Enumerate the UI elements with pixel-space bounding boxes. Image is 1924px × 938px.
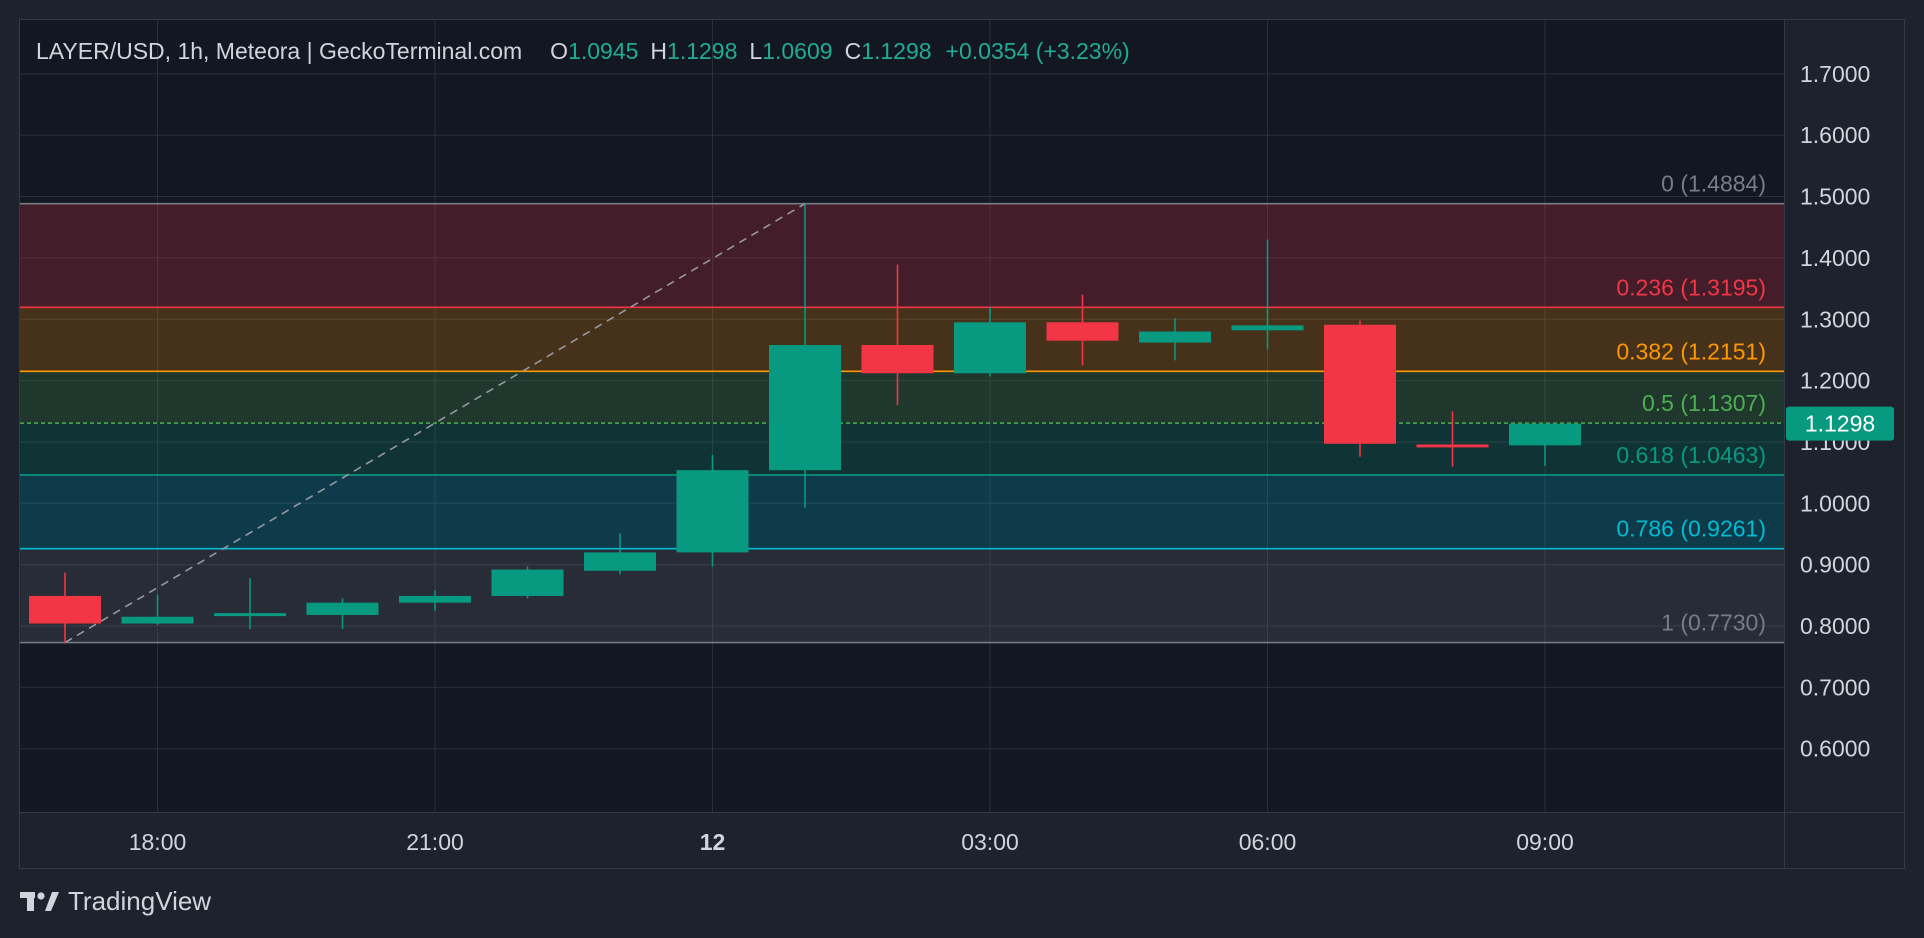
fib-zone xyxy=(20,203,1784,308)
candle-body-up[interactable] xyxy=(584,552,656,571)
candle-body-down[interactable] xyxy=(29,595,101,624)
price-tick-label: 0.9000 xyxy=(1800,552,1870,578)
symbol-title[interactable]: LAYER/USD, 1h, Meteora | GeckoTerminal.c… xyxy=(36,38,522,65)
fib-level-label: 0.382 (1.2151) xyxy=(1616,338,1766,364)
candle-body-up[interactable] xyxy=(214,613,286,617)
last-price-label: 1.1298 xyxy=(1805,411,1875,437)
tradingview-brand[interactable]: TradingView xyxy=(20,886,211,917)
time-tick-label: 12 xyxy=(700,829,726,855)
price-tick-label: 1.4000 xyxy=(1800,245,1870,271)
low-label: L xyxy=(749,37,763,64)
price-tick-label: 0.8000 xyxy=(1800,613,1870,639)
price-tick-label: 1.0000 xyxy=(1800,490,1870,516)
candle-body-up[interactable] xyxy=(399,595,471,603)
candle-body-up[interactable] xyxy=(306,602,379,615)
symbol-legend: LAYER/USD, 1h, Meteora | GeckoTerminal.c… xyxy=(36,36,1130,66)
candle-body-down[interactable] xyxy=(1324,324,1396,444)
price-tick-label: 0.6000 xyxy=(1800,736,1870,762)
fib-level-label: 0 (1.4884) xyxy=(1661,171,1766,197)
fib-level-label: 0.236 (1.3195) xyxy=(1616,274,1766,300)
time-tick-label: 06:00 xyxy=(1239,829,1297,855)
candle-body-up[interactable] xyxy=(1509,423,1581,446)
chart-widget: 1.7000 1.6000 1.5000 1.4000 1.3000 1.2000 1.10… xyxy=(0,0,1924,938)
candle-body-down[interactable] xyxy=(1046,322,1119,341)
fib-level-label: 0.618 (1.0463) xyxy=(1616,442,1766,468)
high-value: 1.1298 xyxy=(667,37,738,64)
candle-body-up[interactable] xyxy=(491,569,564,596)
high-label: H xyxy=(650,37,668,64)
time-tick-label: 09:00 xyxy=(1516,829,1574,855)
candle-body-up[interactable] xyxy=(769,345,841,471)
fib-zone xyxy=(20,371,1784,424)
price-tick-label: 1.5000 xyxy=(1800,184,1870,210)
brand-name: TradingView xyxy=(68,886,212,916)
candle-body-down[interactable] xyxy=(1416,444,1489,448)
candle-body-up[interactable] xyxy=(1139,331,1211,343)
price-tick-label: 0.7000 xyxy=(1800,674,1870,700)
low-value: 1.0609 xyxy=(762,37,833,64)
price-tick-label: 1.6000 xyxy=(1800,122,1870,148)
price-tick-label: 1.7000 xyxy=(1800,61,1870,87)
tradingview-logo-icon xyxy=(20,891,59,911)
time-tick-label: 03:00 xyxy=(961,829,1019,855)
fib-level-label: 0.5 (1.1307) xyxy=(1642,390,1766,416)
candle-body-up[interactable] xyxy=(954,322,1026,374)
close-value: 1.1298 xyxy=(861,37,932,64)
candle-body-up[interactable] xyxy=(1231,325,1304,331)
price-tick-label: 1.3000 xyxy=(1800,306,1870,332)
close-label: C xyxy=(844,37,862,64)
candle-body-down[interactable] xyxy=(861,345,934,374)
time-tick-label: 21:00 xyxy=(406,829,464,855)
fib-zone xyxy=(20,548,1784,643)
open-value: 1.0945 xyxy=(568,37,639,64)
price-change: +0.0354 (+3.23%) xyxy=(945,37,1130,64)
time-tick-label: 18:00 xyxy=(129,829,187,855)
price-tick-label: 1.2000 xyxy=(1800,368,1870,394)
candle-body-up[interactable] xyxy=(676,470,749,553)
candlestick-chart[interactable]: 1.70001.60001.50001.40001.30001.20001.10… xyxy=(0,0,1924,938)
open-label: O xyxy=(550,37,569,64)
fib-level-label: 1 (0.7730) xyxy=(1661,610,1766,636)
candle-body-up[interactable] xyxy=(121,616,194,624)
fib-level-label: 0.786 (0.9261) xyxy=(1616,516,1766,542)
